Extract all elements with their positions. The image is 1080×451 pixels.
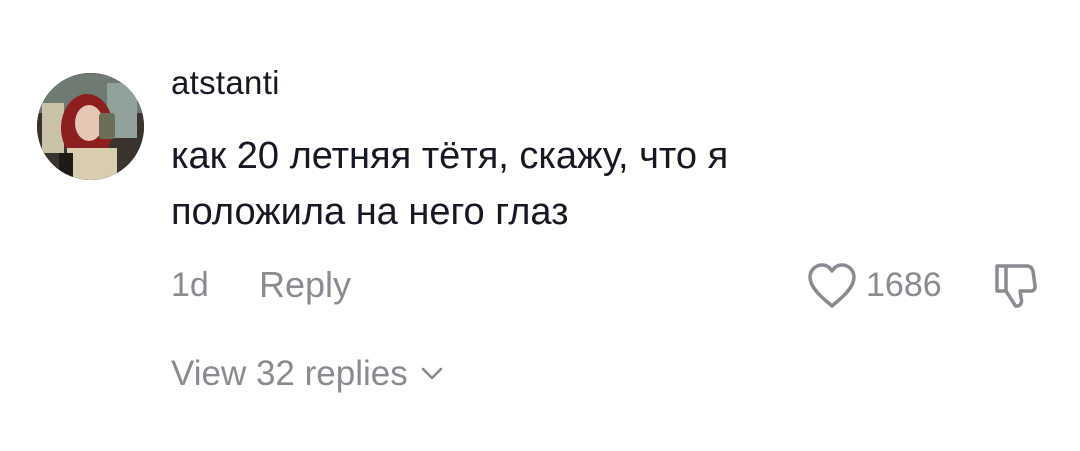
comment-text-line-1: как 20 летняя тётя, скажу, что я [171,135,729,177]
avatar-image [37,73,144,180]
like-count: 1686 [866,266,942,304]
chevron-down-icon [421,367,442,380]
avatar[interactable] [37,73,144,180]
comment-username[interactable]: atstanti [171,64,280,102]
comment-text: как 20 летняя тётя, скажу, что я положил… [171,128,931,240]
view-replies-label: View 32 replies [171,354,408,393]
comment-text-line-2: положила на него глаз [171,191,569,233]
reply-button[interactable]: Reply [259,264,351,306]
heart-outline-icon[interactable] [806,262,858,310]
view-replies-button[interactable]: View 32 replies [171,354,444,394]
comment-timestamp: 1d [171,266,209,304]
thumbs-down-outline-icon[interactable] [989,260,1041,312]
